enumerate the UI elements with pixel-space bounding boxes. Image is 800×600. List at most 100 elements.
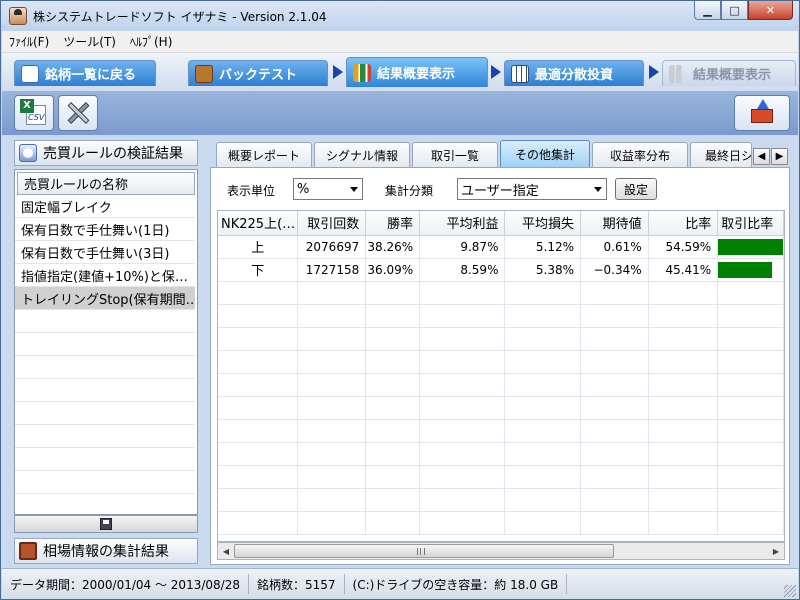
column-header-category[interactable]: NK225上(… (218, 211, 299, 236)
column-header-count[interactable]: 取引回数 (297, 211, 367, 236)
cell-expectancy: 0.61% (580, 235, 649, 259)
export-arrow-shape (757, 99, 769, 109)
verification-results-header[interactable]: 売買ルールの検証結果 (14, 140, 198, 166)
tab-last-day[interactable]: 最終日シ (690, 142, 752, 167)
column-header-avg-loss[interactable]: 平均損失 (504, 211, 582, 236)
grip-icon (417, 548, 425, 555)
bag-icon (195, 64, 213, 83)
tab-scroll-right-button[interactable]: ▶ (771, 148, 788, 165)
bar-chart-icon (669, 64, 687, 83)
horizontal-scrollbar[interactable]: ◀ ▶ (217, 542, 785, 560)
bar-chart-icon (353, 63, 371, 82)
table-row[interactable]: 下 1727158 36.09% 8.59% 5.38% −0.34% 45.4… (218, 258, 784, 282)
rule-item[interactable]: 保有日数で手仕舞い(1日) (15, 218, 195, 241)
scroll-right-button[interactable]: ▶ (768, 543, 784, 559)
csv-export-button[interactable]: X CSV (14, 95, 54, 131)
minimize-button[interactable]: ▁ (694, 1, 721, 20)
column-header-avg-profit[interactable]: 平均利益 (419, 211, 506, 236)
nav-tab-backtest[interactable]: バックテスト (188, 60, 328, 86)
rule-item[interactable]: 固定幅ブレイク (15, 195, 195, 218)
nav-tab-result-summary-2[interactable]: 結果概要表示 (662, 60, 796, 86)
rule-item-empty (15, 310, 195, 333)
title-bar[interactable]: 株システムトレードソフト イザナミ - Version 2.1.04 ▁ □ ✕ (1, 1, 799, 31)
scroll-left-button[interactable]: ◀ (218, 543, 234, 559)
tab-trade-list[interactable]: 取引一覧 (412, 142, 498, 167)
rule-list-header[interactable]: 売買ルールの名称 (17, 172, 195, 195)
cell-expectancy: −0.34% (580, 258, 649, 282)
table-row-empty (218, 465, 784, 489)
column-header-ratio[interactable]: 比率 (648, 211, 719, 236)
maximize-button[interactable]: □ (721, 1, 748, 20)
table-row-empty (218, 396, 784, 420)
column-header-trade-ratio[interactable]: 取引比率 (717, 211, 784, 236)
rule-item-selected[interactable]: トレイリングStop(保有期間… (15, 287, 195, 310)
close-button[interactable]: ✕ (748, 1, 793, 20)
cell-trade-ratio-bar (717, 235, 784, 259)
nav-tab-result-summary[interactable]: 結果概要表示 (346, 57, 488, 87)
unit-select-value: % (297, 181, 310, 197)
cell-category: 下 (218, 258, 299, 282)
rule-list: 売買ルールの名称 固定幅ブレイク 保有日数で手仕舞い(1日) 保有日数で手仕舞い… (14, 169, 198, 515)
market-info-header[interactable]: 相場情報の集計結果 (14, 538, 198, 564)
group-label: 集計分類 (385, 184, 434, 198)
menu-help[interactable]: ﾍﾙﾌﾟ(H) (123, 33, 179, 50)
cell-avg-profit: 9.87% (419, 235, 506, 259)
nav-tab-stock-list[interactable]: 銘柄一覧に戻る (14, 60, 156, 86)
arrow-right-icon (333, 65, 343, 79)
status-disk-space: (C:)ドライブの空き容量：約 18.0 GB (345, 574, 568, 594)
nav-tab-label: 最適分散投資 (535, 68, 614, 83)
table-row-empty (218, 511, 784, 535)
menu-tools[interactable]: ツール(T) (56, 33, 123, 50)
cell-ratio: 45.41% (648, 258, 719, 282)
export-box-shape (751, 109, 773, 123)
aggregation-table: NK225上(… 取引回数 勝率 平均利益 平均損失 期待値 比率 取引比率 上 (218, 211, 784, 535)
cell-category: 上 (218, 235, 299, 259)
window-title: 株システムトレードソフト イザナミ - Version 2.1.04 (33, 10, 327, 24)
unit-select[interactable]: % (293, 178, 363, 200)
market-info-title: 相場情報の集計結果 (43, 544, 169, 560)
table-row-empty (218, 442, 784, 466)
cell-win-rate: 38.26% (365, 235, 421, 259)
arrow-right-icon (649, 65, 659, 79)
tab-signal-info[interactable]: シグナル情報 (314, 142, 410, 167)
menu-bar: ﾌｧｲﾙ(F) ツール(T) ﾍﾙﾌﾟ(H) (2, 31, 798, 53)
chevron-down-icon (594, 187, 602, 192)
column-header-win-rate[interactable]: 勝率 (365, 211, 421, 236)
save-icon (100, 518, 112, 530)
status-bar: データ期間：2000/01/04 ～ 2013/08/28 銘柄数：5157 (… (2, 568, 798, 599)
eye-icon (21, 64, 39, 83)
tab-summary-report[interactable]: 概要レポート (216, 142, 312, 167)
save-list-button[interactable] (14, 515, 198, 533)
column-header-expectancy[interactable]: 期待値 (580, 211, 649, 236)
table-row-empty (218, 373, 784, 397)
table-row-empty (218, 350, 784, 374)
export-button[interactable] (734, 95, 790, 131)
app-logo-icon[interactable] (9, 7, 27, 25)
result-tabs: 概要レポート シグナル情報 取引一覧 その他集計 収益率分布 最終日シ ◀ ▶ (210, 140, 790, 168)
nav-tab-label: 結果概要表示 (693, 68, 772, 83)
cell-avg-loss: 5.38% (504, 258, 582, 282)
tools-settings-button[interactable] (58, 95, 98, 131)
tab-other-aggregation[interactable]: その他集計 (500, 140, 590, 168)
left-panel-title: 売買ルールの検証結果 (43, 146, 183, 162)
table-row[interactable]: 上 2076697 38.26% 9.87% 5.12% 0.61% 54.59… (218, 235, 784, 259)
menu-file[interactable]: ﾌｧｲﾙ(F) (2, 33, 56, 50)
rule-item-empty (15, 425, 195, 448)
excel-badge: X (20, 99, 34, 113)
table-row-empty (218, 488, 784, 512)
rule-item-empty (15, 448, 195, 471)
tab-return-distribution[interactable]: 収益率分布 (592, 142, 688, 167)
aggregation-grid: NK225上(… 取引回数 勝率 平均利益 平均損失 期待値 比率 取引比率 上 (217, 210, 785, 542)
nav-tab-optimal-portfolio[interactable]: 最適分散投資 (504, 60, 644, 86)
resize-grip-icon[interactable] (784, 585, 796, 597)
nav-tab-label: バックテスト (219, 68, 298, 83)
rule-item[interactable]: 指値指定(建値+10%)と保… (15, 264, 195, 287)
calculator-icon (511, 64, 529, 83)
scroll-thumb[interactable] (234, 544, 614, 558)
tab-scroll-left-button[interactable]: ◀ (753, 148, 770, 165)
group-select[interactable]: ユーザー指定 (457, 178, 607, 200)
wrench-icon (63, 98, 93, 128)
table-row-empty (218, 419, 784, 443)
rule-item[interactable]: 保有日数で手仕舞い(3日) (15, 241, 195, 264)
settings-button[interactable]: 設定 (615, 178, 657, 200)
